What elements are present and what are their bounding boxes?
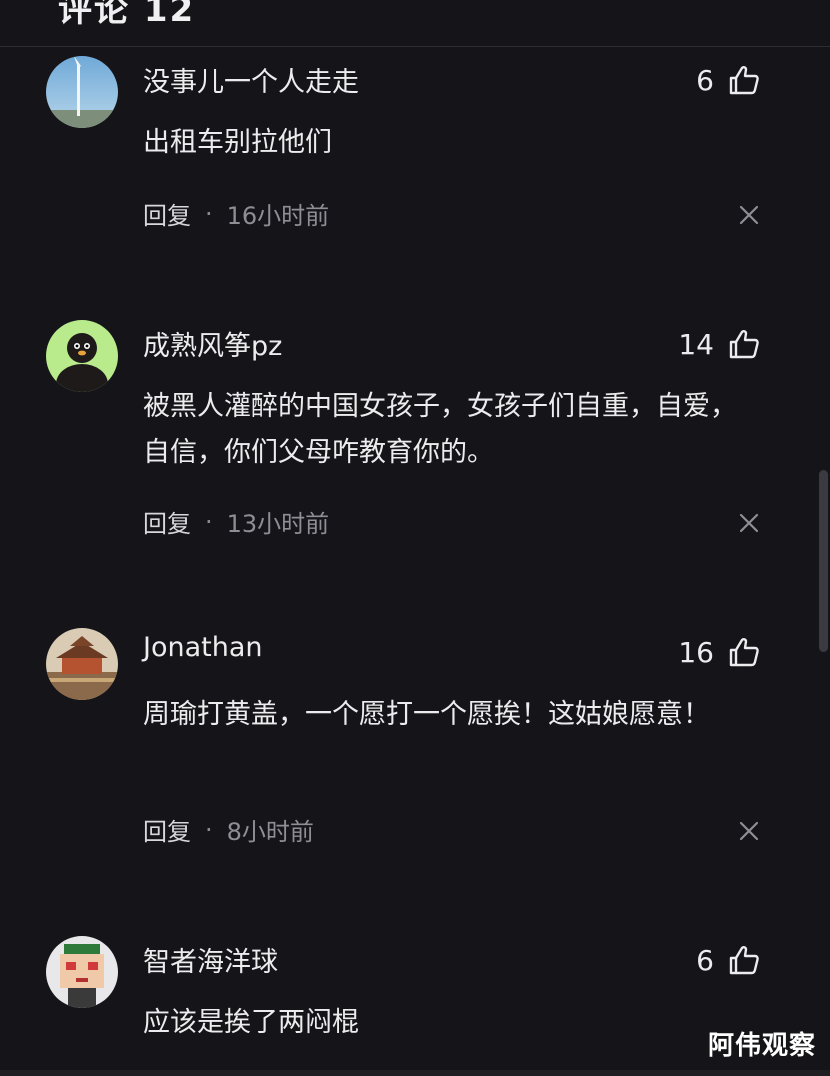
comment-time: 16小时前 <box>226 202 330 230</box>
watermark: 阿伟观察 <box>707 1031 816 1061</box>
thumbs-up-icon <box>729 946 759 975</box>
like-count: 6 <box>696 943 714 977</box>
comment-item: 没事儿一个人走走 6 出租车别拉他们 回复 · 16小时前 <box>0 56 830 256</box>
like-count: 16 <box>678 635 714 669</box>
bottom-edge <box>0 1070 830 1076</box>
comment-time: 13小时前 <box>226 510 330 538</box>
comment-username[interactable]: Jonathan <box>143 632 263 663</box>
penguin-avatar[interactable] <box>46 320 118 392</box>
like-count: 6 <box>696 63 714 97</box>
comment-username[interactable]: 没事儿一个人走走 <box>143 60 359 99</box>
comment-username[interactable]: 智者海洋球 <box>143 940 278 979</box>
meta-separator: · <box>205 507 213 536</box>
like-button[interactable]: 14 <box>678 326 760 362</box>
comment-section: 评论 12 没事儿一个人走走 6 出租车别拉他们 回复 · 16小时前 成熟风筝… <box>0 0 830 1076</box>
comments-title: 评论 12 <box>58 0 196 30</box>
like-button[interactable]: 16 <box>678 634 760 670</box>
comment-item: Jonathan 16 周瑜打黄盖，一个愿打一个愿挨！这姑娘愿意！ 回复 · 8… <box>0 628 830 868</box>
close-icon[interactable] <box>738 512 760 534</box>
comments-header: 评论 12 <box>0 0 830 47</box>
thumbs-up-icon <box>729 638 759 667</box>
close-icon[interactable] <box>738 820 760 842</box>
pixel-character-avatar[interactable] <box>46 936 118 1008</box>
like-button[interactable]: 6 <box>696 62 760 98</box>
reply-button[interactable]: 回复 <box>143 504 191 539</box>
reply-button[interactable]: 回复 <box>143 196 191 231</box>
palace-avatar[interactable] <box>46 628 118 700</box>
comment-text: 出租车别拉他们 <box>143 127 332 158</box>
comment-meta: 回复 · 13小时前 <box>143 504 329 539</box>
comment-item: 智者海洋球 6 应该是挨了两闷棍 <box>0 936 830 1066</box>
meta-separator: · <box>205 815 213 844</box>
meta-separator: · <box>205 199 213 228</box>
thumbs-up-icon <box>729 330 759 359</box>
like-count: 14 <box>678 327 714 361</box>
scrollbar-thumb[interactable] <box>819 470 828 652</box>
comment-text: 应该是挨了两闷棍 <box>143 1007 359 1038</box>
windmill-avatar[interactable] <box>46 56 118 128</box>
close-icon[interactable] <box>738 204 760 226</box>
comment-text: 周瑜打黄盖，一个愿打一个愿挨！这姑娘愿意！ <box>143 699 710 730</box>
comment-meta: 回复 · 8小时前 <box>143 812 314 847</box>
like-button[interactable]: 6 <box>696 942 760 978</box>
comment-time: 8小时前 <box>226 818 314 846</box>
comment-username[interactable]: 成熟风筝pz <box>143 324 282 363</box>
comment-meta: 回复 · 16小时前 <box>143 196 329 231</box>
comment-text: 被黑人灌醉的中国女孩子，女孩子们自重，自爱，自信，你们父母咋教育你的。 <box>143 391 737 468</box>
comment-item: 成熟风筝pz 14 被黑人灌醉的中国女孩子，女孩子们自重，自爱，自信，你们父母咋… <box>0 320 830 560</box>
reply-button[interactable]: 回复 <box>143 812 191 847</box>
thumbs-up-icon <box>729 66 759 95</box>
